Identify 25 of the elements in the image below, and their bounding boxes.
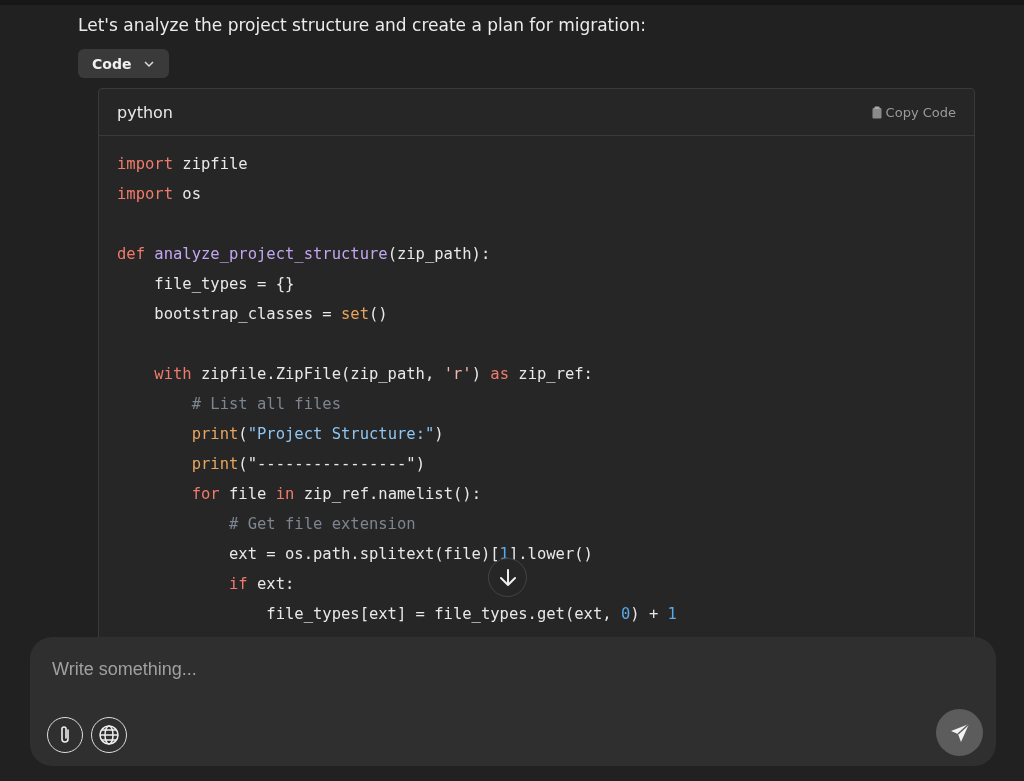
code-line: for file in zip_ref.namelist():: [190, 484, 481, 505]
copy-code-button[interactable]: Copy Code: [871, 104, 956, 120]
chevron-icon: [143, 59, 156, 68]
code-line: import zipfile: [117, 154, 248, 175]
code-line: print("----------------"): [190, 454, 425, 475]
code-line: ext = os.path.splitext(file)[1].lower(): [227, 544, 593, 565]
code-line: import os: [117, 184, 201, 205]
language-label: python: [117, 102, 173, 122]
code-toggle-button[interactable]: Code: [78, 49, 170, 78]
code-line: bootstrap_classes = set(): [153, 304, 388, 325]
paperclip-icon: [58, 724, 72, 746]
arrow-down-icon: [498, 567, 517, 588]
code-line: print("Project Structure:"): [190, 424, 444, 445]
globe-icon: [98, 724, 120, 746]
message-text: Let's analyze the project structure and create a plan for migration:: [78, 14, 647, 37]
message-input[interactable]: Write something...: [52, 659, 652, 680]
code-line: def analyze_project_structure(zip_path):: [117, 244, 491, 265]
code-line: file_types = {}: [153, 274, 295, 295]
code-line: with zipfile.ZipFile(zip_path, 'r') as zip_ref:: [153, 364, 593, 385]
clipboard-icon: [871, 105, 882, 119]
code-line: file_types[ext] = file_types.get(ext, 0) + 1: [265, 604, 677, 625]
code-line: # List all files: [190, 394, 341, 415]
code-line: if ext:: [227, 574, 295, 595]
send-button[interactable]: [936, 709, 983, 756]
code-line: # Get file extension: [227, 514, 416, 535]
